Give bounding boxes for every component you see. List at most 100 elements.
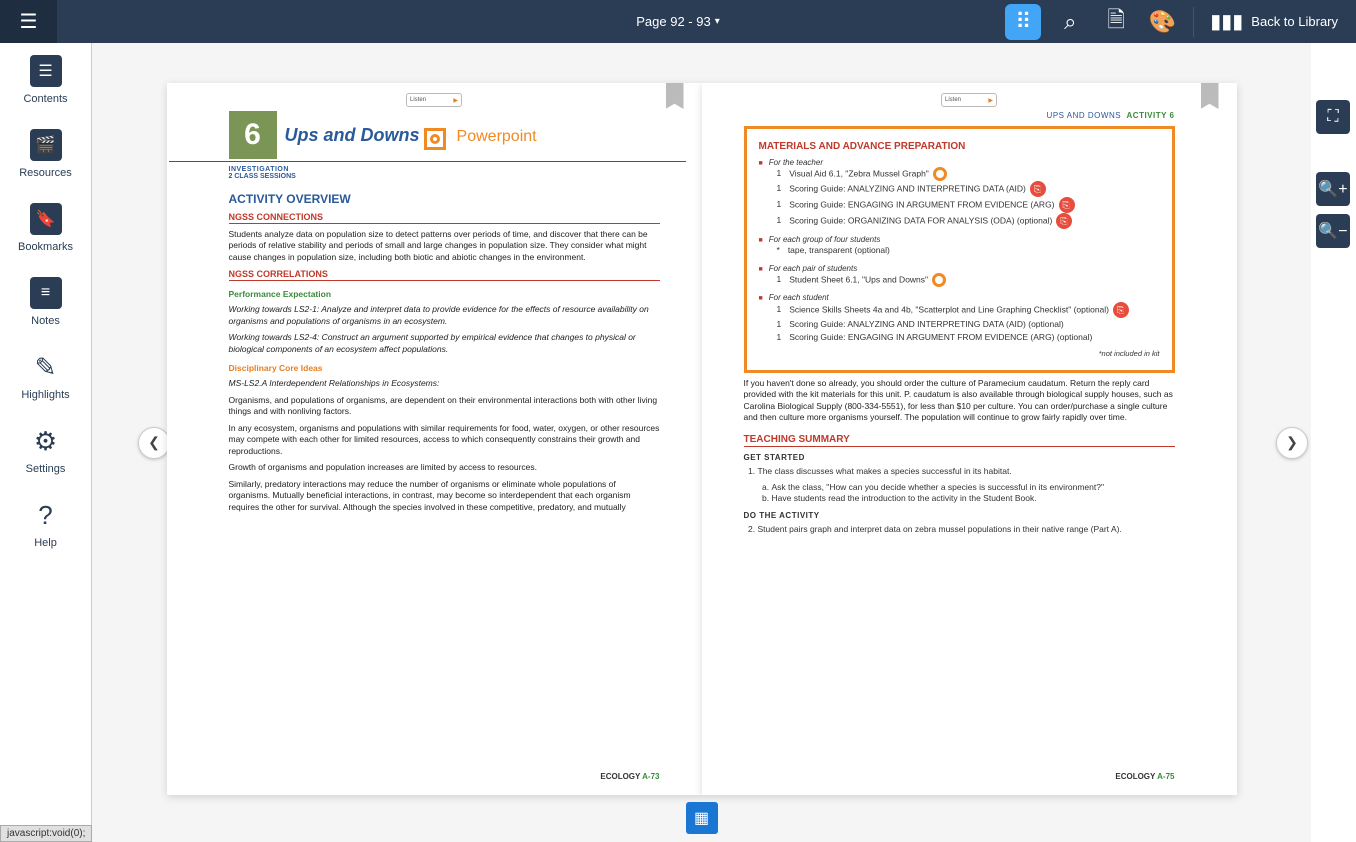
gs-sub-b: Have students read the introduction to t…	[772, 493, 1175, 505]
help-icon: ?	[30, 499, 62, 531]
contents-icon: ☰	[30, 55, 62, 87]
teacher-list: Visual Aid 6.1, "Zebra Mussel Graph" Sco…	[777, 167, 1160, 229]
gear-icon: ⚙	[30, 425, 62, 457]
sidebar-bookmarks[interactable]: 🔖 Bookmarks	[0, 203, 91, 253]
materials-heading: MATERIALS AND ADVANCE PREPARATION	[759, 141, 1160, 152]
top-bar: ☰ Page 92 - 93 ▾ ⠿ ⌕ 🗎 🎨 ▮▮▮ Back to Lib…	[0, 0, 1356, 43]
chevron-down-icon: ▾	[715, 16, 720, 27]
notes-icon: ≡	[30, 277, 62, 309]
get-started-heading: GET STARTED	[744, 453, 1175, 462]
mat-item: tape, transparent (optional)	[777, 244, 1160, 258]
palette-button[interactable]: 🎨	[1141, 0, 1183, 43]
gs-sub-a: Ask the class, "How can you decide wheth…	[772, 482, 1175, 494]
sidebar-label: Notes	[31, 315, 60, 327]
back-label: Back to Library	[1251, 14, 1338, 29]
rule	[169, 161, 686, 162]
pair-list: Student Sheet 6.1, "Ups and Downs"	[777, 273, 1160, 287]
menu-button[interactable]: ☰	[0, 0, 57, 43]
note-icon: 🗎	[1107, 3, 1125, 41]
para-body: If you haven't done so already, you shou…	[744, 378, 1175, 424]
listen-button[interactable]: Listen	[941, 93, 997, 107]
teaching-summary-heading: TEACHING SUMMARY	[744, 434, 1175, 447]
ngss-corr-heading: NGSS CORRELATIONS	[229, 269, 660, 281]
group-pair: For each pair of students	[759, 264, 1160, 273]
sidebar-contents[interactable]: ☰ Contents	[0, 55, 91, 105]
gs-item: The class discusses what makes a species…	[758, 466, 1175, 478]
page-viewer: ❮ ❯ Listen 6 Ups and Downs Powerpoint IN…	[92, 43, 1311, 842]
mat-item: Student Sheet 6.1, "Ups and Downs"	[777, 273, 1160, 287]
resources-icon: 🎬	[30, 129, 62, 161]
unit-title: Ups and Downs	[285, 125, 420, 145]
copy-icon[interactable]	[1030, 181, 1046, 197]
sidebar-label: Settings	[26, 463, 66, 475]
pe1: Working towards LS2-1: Analyze and inter…	[229, 304, 660, 327]
da-item: Student pairs graph and interpret data o…	[758, 524, 1175, 536]
sessions-label: 2 CLASS SESSIONS	[229, 173, 660, 180]
mat-item: Scoring Guide: ORGANIZING DATA FOR ANALY…	[777, 213, 1160, 229]
powerpoint-icon[interactable]	[424, 128, 446, 150]
page-93: Listen UPS AND DOWNS ACTIVITY 6 MATERIAL…	[702, 83, 1237, 795]
highlight-icon: ✎	[30, 351, 62, 383]
ngss-conn-heading: NGSS CONNECTIONS	[229, 212, 660, 224]
palette-icon: 🎨	[1149, 9, 1176, 35]
copy-icon[interactable]	[1056, 213, 1072, 229]
zoom-in-button[interactable]: 🔍+	[1316, 172, 1350, 206]
share-icon: ⠿	[1015, 9, 1031, 35]
toolbar-right: ⠿ ⌕ 🗎 🎨 ▮▮▮ Back to Library	[1005, 0, 1344, 43]
next-page-button[interactable]: ❯	[1276, 427, 1308, 459]
copy-icon[interactable]	[1059, 197, 1075, 213]
unit-number: 6	[229, 111, 277, 159]
overview-heading: ACTIVITY OVERVIEW	[229, 192, 660, 206]
dci-b1: Organisms, and populations of organisms,…	[229, 395, 660, 418]
resource-icon[interactable]	[933, 167, 947, 181]
zoom-out-button[interactable]: 🔍−	[1316, 214, 1350, 248]
dci-b4: Similarly, predatory interactions may re…	[229, 479, 660, 513]
listen-label: Listen	[410, 97, 426, 103]
resource-icon[interactable]	[932, 273, 946, 287]
mat-item: Visual Aid 6.1, "Zebra Mussel Graph"	[777, 167, 1160, 181]
page-footer: ECOLOGY A-73	[600, 772, 659, 781]
prev-page-button[interactable]: ❮	[138, 427, 170, 459]
sidebar-resources[interactable]: 🎬 Resources	[0, 129, 91, 179]
share-button[interactable]: ⠿	[1005, 4, 1041, 40]
sidebar-label: Contents	[23, 93, 67, 105]
sidebar-label: Resources	[19, 167, 72, 179]
fullscreen-button[interactable]: ⛶	[1316, 100, 1350, 134]
da-list: Student pairs graph and interpret data o…	[758, 524, 1175, 536]
page-92: Listen 6 Ups and Downs Powerpoint INVEST…	[167, 83, 702, 795]
sidebar-label: Highlights	[21, 389, 69, 401]
page-indicator[interactable]: Page 92 - 93 ▾	[636, 14, 719, 29]
bookmark-icon: 🔖	[30, 203, 62, 235]
hamburger-icon: ☰	[20, 9, 38, 34]
mat-item: Science Skills Sheets 4a and 4b, "Scatte…	[777, 302, 1160, 318]
mat-item: Scoring Guide: ANALYZING AND INTERPRETIN…	[777, 181, 1160, 197]
student-list: Science Skills Sheets 4a and 4b, "Scatte…	[777, 302, 1160, 345]
back-to-library-button[interactable]: ▮▮▮ Back to Library	[1204, 9, 1344, 34]
sidebar-highlights[interactable]: ✎ Highlights	[0, 351, 91, 401]
thumbnail-grid-button[interactable]: ▦	[686, 802, 718, 834]
gs-sublist: Ask the class, "How can you decide wheth…	[772, 482, 1175, 506]
sidebar-label: Help	[34, 537, 57, 549]
group-list: tape, transparent (optional)	[777, 244, 1160, 258]
note-add-button[interactable]: 🗎	[1095, 0, 1137, 43]
mat-item: Scoring Guide: ENGAGING IN ARGUMENT FROM…	[777, 197, 1160, 213]
conn-body: Students analyze data on population size…	[229, 229, 660, 263]
sidebar-notes[interactable]: ≡ Notes	[0, 277, 91, 327]
search-button[interactable]: ⌕	[1049, 0, 1091, 43]
search-icon: ⌕	[1064, 9, 1076, 35]
powerpoint-label: Powerpoint	[457, 128, 537, 145]
sidebar-settings[interactable]: ⚙ Settings	[0, 425, 91, 475]
do-activity-heading: DO THE ACTIVITY	[744, 511, 1175, 520]
listen-button[interactable]: Listen	[406, 93, 462, 107]
page-label: Page 92 - 93	[636, 14, 710, 29]
group-four: For each group of four students	[759, 235, 1160, 244]
group-student: For each student	[759, 293, 1160, 302]
sidebar-help[interactable]: ? Help	[0, 499, 91, 549]
sidebar-label: Bookmarks	[18, 241, 73, 253]
dci-heading: Disciplinary Core Ideas	[229, 363, 660, 373]
copy-icon[interactable]	[1113, 302, 1129, 318]
pe2: Working towards LS2-4: Construct an argu…	[229, 332, 660, 355]
group-teacher: For the teacher	[759, 158, 1160, 167]
separator	[1193, 7, 1194, 37]
status-bar: javascript:void(0);	[0, 825, 92, 842]
